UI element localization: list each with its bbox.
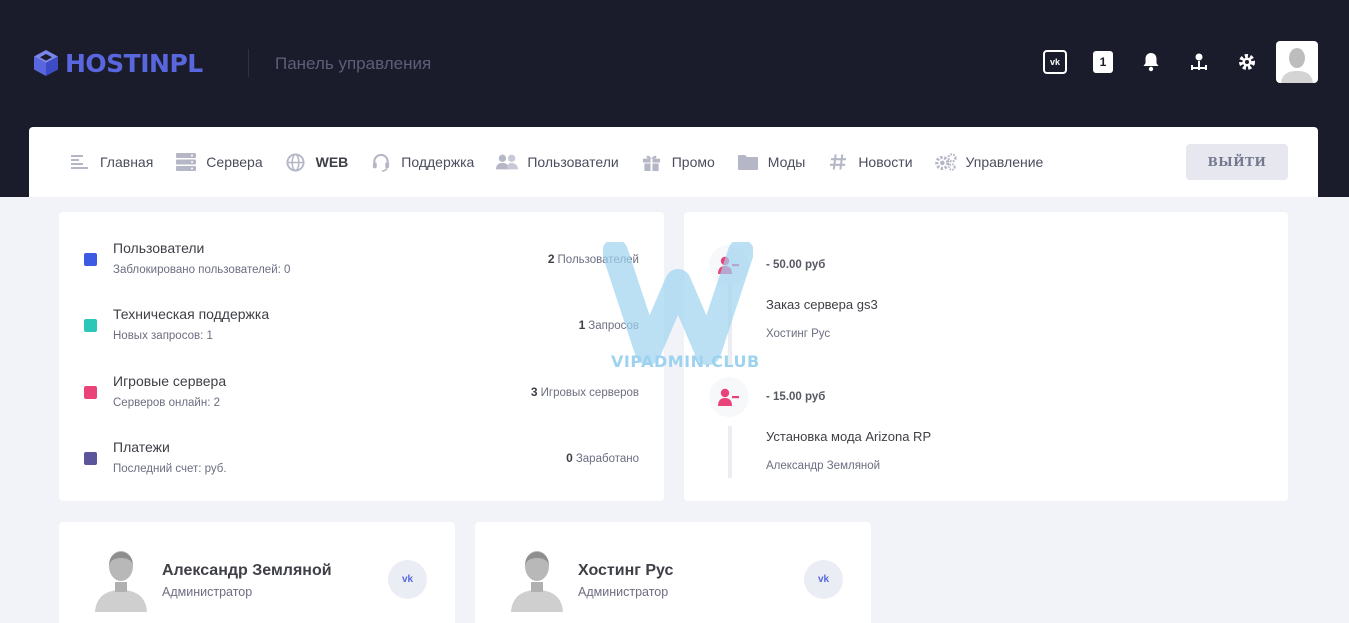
nav-label-home: Главная	[100, 154, 154, 170]
logout-button[interactable]: ВЫЙТИ	[1186, 144, 1288, 180]
timeline-amount: - 50.00 руб	[766, 259, 826, 271]
stat-unit: Игровых серверов	[540, 387, 639, 399]
panel-title: Панель управления	[275, 54, 432, 73]
nav-label-users: Пользователи	[527, 154, 619, 170]
stat-value: 1 Запросов	[579, 318, 639, 332]
gears-icon	[934, 152, 957, 172]
timeline-subtitle: Александр Земляной	[766, 460, 881, 472]
admin-name: Хостинг Рус	[578, 562, 674, 579]
admin-card: Александр Земляной Администратор vk	[59, 522, 455, 623]
user-minus-icon	[709, 377, 749, 417]
globe-icon	[285, 152, 307, 172]
vk-label: vk	[1043, 50, 1067, 74]
stat-subtitle: Последний счет: руб.	[113, 463, 227, 475]
stat-unit: Пользователей	[557, 254, 639, 266]
sitemap-icon[interactable]	[1185, 48, 1213, 76]
timeline-line	[728, 426, 732, 478]
gear-icon[interactable]	[1233, 48, 1261, 76]
logo[interactable]: HOSTINPL	[31, 46, 203, 80]
timeline-subtitle: Хостинг Рус	[766, 328, 831, 340]
admin-role: Администратор	[162, 585, 253, 599]
stat-count: 0	[566, 451, 573, 465]
timeline-title: Установка мода Arizona RP	[766, 429, 932, 444]
nav-item-management[interactable]: Управление	[934, 147, 1044, 177]
menu-lines-icon	[69, 152, 91, 172]
nav-label-management: Управление	[965, 154, 1044, 170]
stat-subtitle: Заблокировано пользователей: 0	[113, 264, 291, 276]
stat-color-dot	[84, 319, 97, 332]
stat-row-game-servers[interactable]: Игровые сервера Серверов онлайн: 2 3 Игро…	[84, 373, 639, 421]
stat-value: 2 Пользователей	[548, 252, 639, 266]
bell-icon[interactable]	[1137, 48, 1165, 76]
nav-label-mods: Моды	[767, 154, 806, 170]
cube-logo-icon	[34, 50, 58, 76]
stat-value: 0 Заработано	[566, 451, 639, 465]
admin-card: Хостинг Рус Администратор vk	[475, 522, 871, 623]
top-icons: vk 1	[1041, 48, 1281, 76]
hashtag-icon	[827, 152, 849, 172]
stat-count: 2	[547, 252, 555, 266]
stat-row-users[interactable]: Пользователи Заблокировано пользователей…	[84, 240, 639, 288]
vk-icon[interactable]: vk	[1041, 48, 1069, 76]
user-minus-icon	[709, 245, 749, 285]
stat-value: 3 Игровых серверов	[531, 385, 639, 399]
stats-card: Пользователи Заблокировано пользователей…	[59, 212, 664, 501]
stat-count: 3	[530, 385, 538, 399]
nav-item-web[interactable]: WEB	[285, 147, 349, 177]
stat-subtitle: Новых запросов: 1	[113, 330, 213, 342]
notification-count-badge[interactable]: 1	[1089, 48, 1117, 76]
main-navbar: Главная Сервера WEB Поддержка Пользовате…	[29, 127, 1318, 197]
vk-icon[interactable]: vk	[804, 560, 843, 599]
nav-item-support[interactable]: Поддержка	[370, 147, 474, 177]
nav-label-servers: Сервера	[206, 154, 263, 170]
watermark-text: VIPADMIN.CLUB	[611, 352, 760, 371]
notification-count: 1	[1093, 51, 1113, 73]
stat-title: Техническая поддержка	[113, 306, 270, 322]
nav-label-news: Новости	[858, 154, 913, 170]
headset-icon	[370, 152, 392, 172]
stat-unit: Заработано	[575, 453, 639, 465]
timeline-card: - 50.00 руб Заказ сервера gs3 Хостинг Ру…	[684, 212, 1288, 501]
timeline-title: Заказ сервера gs3	[766, 297, 878, 312]
stat-row-support[interactable]: Техническая поддержка Новых запросов: 1 …	[84, 306, 639, 354]
stat-subtitle: Серверов онлайн: 2	[113, 397, 220, 409]
admin-role: Администратор	[578, 585, 669, 599]
avatar[interactable]	[1276, 41, 1318, 83]
logo-text: HOSTINPL	[65, 48, 203, 78]
avatar	[507, 546, 567, 612]
stat-color-dot	[84, 386, 97, 399]
stat-color-dot	[84, 253, 97, 266]
folder-icon	[737, 152, 759, 172]
nav-item-users[interactable]: Пользователи	[496, 147, 619, 177]
gift-icon	[641, 152, 663, 172]
stat-color-dot	[84, 452, 97, 465]
stat-title: Игровые сервера	[113, 373, 227, 389]
users-icon	[496, 152, 519, 172]
avatar	[91, 546, 151, 612]
nav-item-mods[interactable]: Моды	[737, 147, 806, 177]
stat-unit: Запросов	[588, 320, 639, 332]
nav-item-home[interactable]: Главная	[69, 147, 153, 177]
timeline-amount: - 15.00 руб	[766, 391, 826, 403]
nav-item-promo[interactable]: Промо	[641, 147, 715, 177]
vk-icon[interactable]: vk	[388, 560, 427, 599]
stat-title: Платежи	[113, 439, 170, 455]
nav-item-servers[interactable]: Сервера	[175, 147, 263, 177]
admin-name: Александр Земляной	[162, 562, 332, 579]
stat-title: Пользователи	[113, 240, 205, 256]
stat-count: 1	[578, 318, 586, 332]
server-icon	[175, 152, 197, 172]
nav-item-news[interactable]: Новости	[827, 147, 913, 177]
nav-label-support: Поддержка	[401, 154, 475, 170]
stat-row-payments[interactable]: Платежи Последний счет: руб. 0 Заработано	[84, 439, 639, 487]
header-divider	[248, 49, 249, 77]
nav-label-promo: Промо	[671, 154, 715, 170]
nav-label-web: WEB	[315, 154, 349, 170]
